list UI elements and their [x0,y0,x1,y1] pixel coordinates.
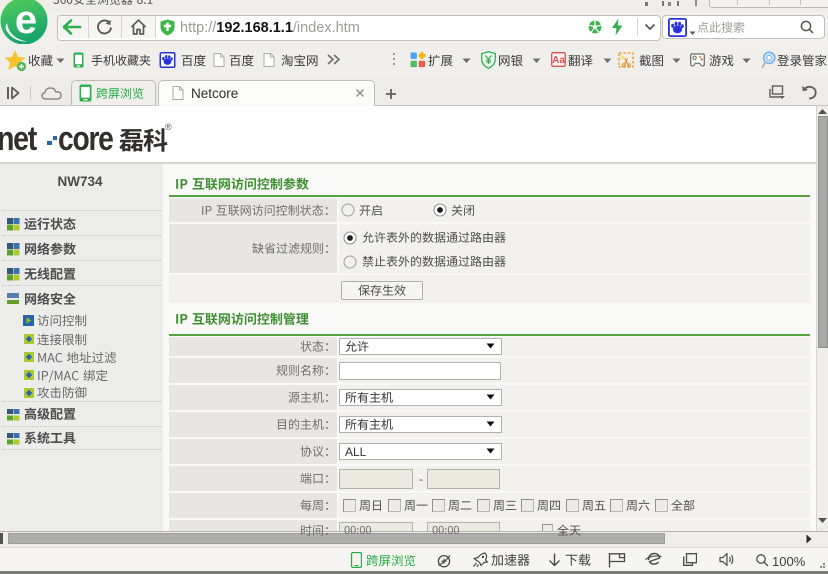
svg-text:Aa: Aa [552,55,565,66]
svg-text:e: e [15,0,37,42]
